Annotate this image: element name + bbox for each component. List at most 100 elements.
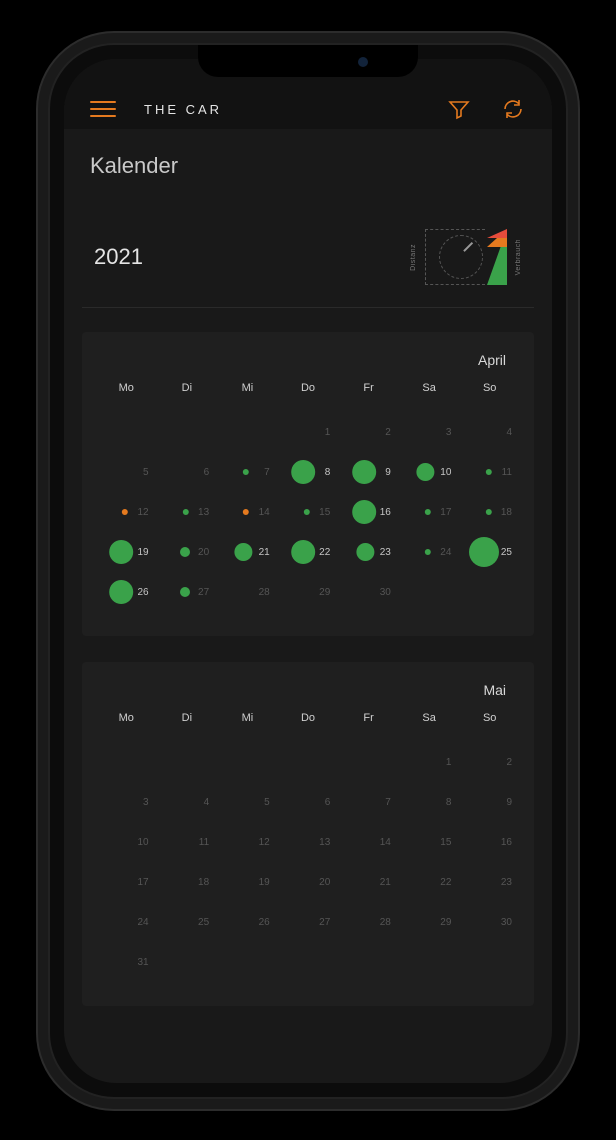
calendar-day[interactable]: 9 [459, 782, 520, 822]
activity-dot [304, 509, 310, 515]
filter-button[interactable] [446, 96, 472, 122]
day-number: 29 [319, 587, 330, 598]
year-label: 2021 [94, 244, 143, 270]
calendar-day[interactable]: 25 [459, 532, 520, 572]
calendar-day[interactable]: 25 [157, 902, 218, 942]
day-number: 11 [502, 467, 512, 478]
day-number: 9 [385, 467, 391, 478]
day-number: 12 [137, 507, 148, 518]
calendar-day[interactable]: 22 [278, 532, 339, 572]
calendar-day[interactable]: 16 [338, 492, 399, 532]
calendar-day[interactable]: 24 [399, 532, 460, 572]
calendar-day[interactable]: 19 [96, 532, 157, 572]
calendar-day[interactable]: 22 [399, 862, 460, 902]
calendar-blank [338, 742, 399, 782]
page-title: Kalender [90, 153, 526, 179]
calendar-day[interactable]: 20 [278, 862, 339, 902]
calendar-day[interactable]: 28 [338, 902, 399, 942]
calendar-day[interactable]: 1 [278, 412, 339, 452]
calendar-day[interactable]: 16 [459, 822, 520, 862]
calendar-day[interactable]: 11 [459, 452, 520, 492]
day-number: 5 [143, 467, 149, 478]
calendar-day[interactable]: 21 [217, 532, 278, 572]
day-of-week-header: Mi [217, 712, 278, 742]
refresh-button[interactable] [500, 96, 526, 122]
menu-button[interactable] [90, 101, 116, 117]
day-number: 9 [506, 797, 512, 808]
calendar-day[interactable]: 3 [96, 782, 157, 822]
day-number: 30 [501, 917, 512, 928]
calendar-day[interactable]: 23 [338, 532, 399, 572]
calendar-day[interactable]: 21 [338, 862, 399, 902]
calendar-day[interactable]: 12 [217, 822, 278, 862]
day-number: 2 [385, 427, 391, 438]
calendar-day[interactable]: 13 [278, 822, 339, 862]
calendar-day[interactable]: 27 [157, 572, 218, 612]
calendar-day[interactable]: 17 [399, 492, 460, 532]
calendar-day[interactable]: 23 [459, 862, 520, 902]
day-number: 24 [137, 917, 148, 928]
calendar-day[interactable]: 7 [217, 452, 278, 492]
day-of-week-header: Mo [96, 712, 157, 742]
screen: THE CAR Kalender 2021 Distanz Verbrauch [64, 59, 552, 1083]
calendar-day[interactable]: 20 [157, 532, 218, 572]
calendar-day[interactable]: 30 [459, 902, 520, 942]
calendar-day[interactable]: 17 [96, 862, 157, 902]
calendar-day[interactable]: 6 [157, 452, 218, 492]
activity-dot [291, 540, 315, 564]
calendar-day[interactable]: 18 [459, 492, 520, 532]
calendar-grid: MoDiMiDoFrSaSo12345678910111213141516171… [96, 382, 520, 612]
calendar-day[interactable]: 10 [399, 452, 460, 492]
calendar-day[interactable]: 19 [217, 862, 278, 902]
calendar-day[interactable]: 29 [399, 902, 460, 942]
day-of-week-header: Do [278, 382, 339, 412]
calendar-day[interactable]: 6 [278, 782, 339, 822]
calendar-day[interactable]: 5 [96, 452, 157, 492]
day-number: 3 [446, 427, 452, 438]
calendar-day[interactable]: 4 [157, 782, 218, 822]
day-of-week-header: Di [157, 382, 218, 412]
day-number: 3 [143, 797, 149, 808]
day-number: 30 [380, 587, 391, 598]
day-of-week-header: Fr [338, 712, 399, 742]
day-number: 4 [506, 427, 512, 438]
activity-dot [180, 547, 190, 557]
calendar-blank [96, 412, 157, 452]
calendar-day[interactable]: 13 [157, 492, 218, 532]
calendar-day[interactable]: 29 [278, 572, 339, 612]
calendar-day[interactable]: 14 [217, 492, 278, 532]
calendar-day[interactable]: 28 [217, 572, 278, 612]
calendar-day[interactable]: 2 [338, 412, 399, 452]
calendar-day[interactable]: 15 [278, 492, 339, 532]
calendar-day[interactable]: 5 [217, 782, 278, 822]
calendar-day[interactable]: 10 [96, 822, 157, 862]
calendar-day[interactable]: 8 [399, 782, 460, 822]
calendar-day[interactable]: 7 [338, 782, 399, 822]
calendar-day[interactable]: 18 [157, 862, 218, 902]
calendar-day[interactable]: 8 [278, 452, 339, 492]
calendar-day[interactable]: 1 [399, 742, 460, 782]
calendar-day[interactable]: 27 [278, 902, 339, 942]
calendar-day[interactable]: 14 [338, 822, 399, 862]
phone-frame: THE CAR Kalender 2021 Distanz Verbrauch [50, 45, 566, 1097]
day-number: 1 [325, 427, 331, 438]
activity-dot [486, 509, 492, 515]
day-number: 18 [501, 507, 512, 518]
day-number: 20 [319, 877, 330, 888]
calendar-day[interactable]: 9 [338, 452, 399, 492]
calendar-day[interactable]: 3 [399, 412, 460, 452]
day-number: 12 [259, 837, 270, 848]
calendar-day[interactable]: 26 [96, 572, 157, 612]
calendar-day[interactable]: 24 [96, 902, 157, 942]
day-of-week-header: Do [278, 712, 339, 742]
calendar-day[interactable]: 12 [96, 492, 157, 532]
calendar-day[interactable]: 11 [157, 822, 218, 862]
calendar-day[interactable]: 26 [217, 902, 278, 942]
calendar-day[interactable]: 31 [96, 942, 157, 982]
calendar-day[interactable]: 30 [338, 572, 399, 612]
calendar-day[interactable]: 4 [459, 412, 520, 452]
day-number: 17 [440, 507, 451, 518]
day-number: 28 [380, 917, 391, 928]
calendar-day[interactable]: 2 [459, 742, 520, 782]
calendar-day[interactable]: 15 [399, 822, 460, 862]
